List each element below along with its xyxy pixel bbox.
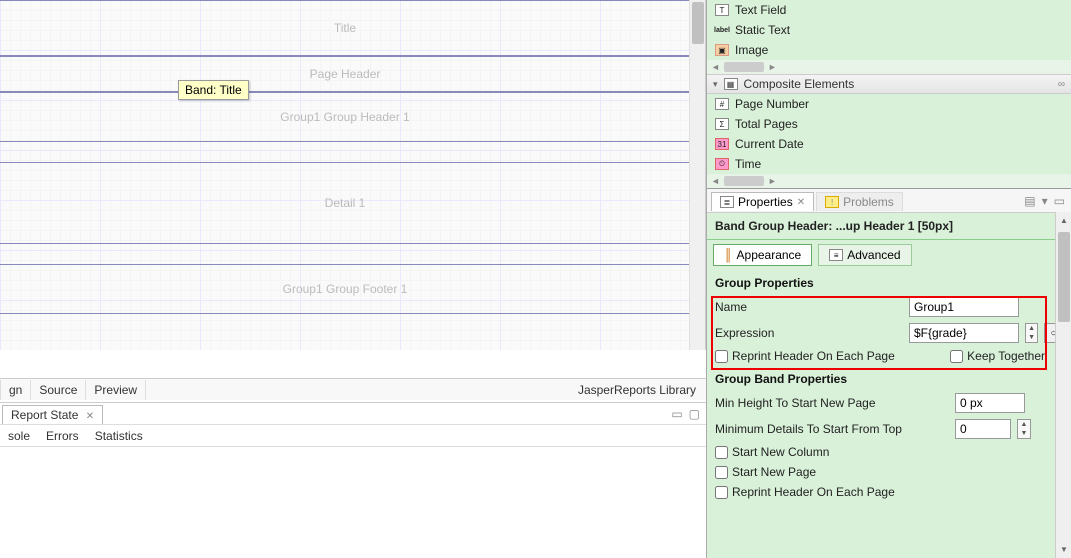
min-icon[interactable]: ▭ [1054,194,1065,208]
statictext-icon: label [715,24,729,36]
toggle-advanced[interactable]: ≡Advanced [818,244,911,266]
pin-icon[interactable]: ∞ [1058,79,1065,90]
input-name[interactable] [909,297,1019,317]
report-state-label: Report State [11,408,78,422]
image-icon: ▣ [715,44,729,56]
tab-preview[interactable]: Preview [86,380,146,400]
appearance-icon: ║ [724,248,733,262]
time-icon: ⏲ [715,158,729,170]
scroll-thumb[interactable] [692,2,704,44]
band-page-header[interactable]: Page Header [0,56,690,92]
band-groupheader-label: Group1 Group Header 1 [280,110,409,124]
properties-vscrollbar[interactable]: ▲ ▼ [1055,212,1071,558]
subtab-errors[interactable]: Errors [38,426,87,446]
band-detail[interactable]: Detail 1 [0,162,690,244]
properties-icon: ≣ [720,196,734,208]
scroll-down-icon[interactable]: ▼ [1060,545,1068,554]
right-panel: TText Field labelStatic Text ▣Image ◄► ▾… [706,0,1071,558]
band-tooltip: Band: Title [178,80,249,100]
chevron-down-icon: ▾ [713,79,718,90]
palette-time[interactable]: ⏲Time [707,154,1071,174]
tab-report-state[interactable]: Report State ✕ [2,405,103,424]
canvas-vscrollbar[interactable]: ▲ [689,0,705,350]
band-detail-label: Detail 1 [325,196,366,210]
subtab-statistics[interactable]: Statistics [87,426,151,446]
checkbox-start-new-page[interactable]: Start New Page [715,465,816,479]
pagenum-icon: # [715,98,729,110]
tab-design[interactable]: gn [0,380,31,400]
label-name: Name [715,300,903,314]
lower-panel: Report State ✕ ▭ ▢ sole Errors Statistic… [0,402,706,558]
textfield-icon: T [715,4,729,16]
tab-properties[interactable]: ≣Properties✕ [711,192,814,211]
tab-problems[interactable]: !Problems [816,192,903,211]
scroll-up-icon[interactable]: ▲ [1060,216,1068,225]
date-icon: 31 [715,138,729,150]
band-title-label: Title [334,21,356,35]
band-groupfooter-label: Group1 Group Footer 1 [283,282,408,296]
tab-source[interactable]: Source [31,380,86,400]
palette-section-composite[interactable]: ▾▦Composite Elements∞ [707,74,1071,94]
label-min-height: Min Height To Start New Page [715,396,949,410]
close-icon[interactable]: ✕ [797,197,805,208]
checkbox-keep-together[interactable]: Keep Together [950,349,1045,363]
canvas-viewport: Title Page Header Group1 Group Header 1 … [0,0,706,350]
expression-spinner[interactable]: ▲▼ [1025,323,1038,343]
subtab-console[interactable]: sole [0,426,38,446]
input-min-details[interactable] [955,419,1011,439]
input-expression[interactable] [909,323,1019,343]
checkbox-start-new-column[interactable]: Start New Column [715,445,829,459]
band-pageheader-label: Page Header [310,67,381,81]
toggle-appearance[interactable]: ║Appearance [713,244,812,266]
properties-header: Band Group Header: ...up Header 1 [50px]… [707,213,1071,240]
minimize-icon[interactable]: ▭ [671,407,682,421]
band-title[interactable]: Title [0,0,690,56]
palette-page-number[interactable]: #Page Number [707,94,1071,114]
editor-area: Title Page Header Group1 Group Header 1 … [0,0,706,558]
dropdown-icon[interactable]: ▾ [1042,194,1048,208]
library-label: JasperReports Library [578,383,706,397]
section-group-band-properties: Group Band Properties [707,366,1071,390]
view-menu-icon[interactable]: ▤ [1024,194,1035,208]
palette: TText Field labelStatic Text ▣Image ◄► ▾… [707,0,1071,188]
band-group-header[interactable]: Group1 Group Header 1 [0,92,690,142]
close-icon[interactable]: ✕ [86,411,94,422]
report-canvas[interactable]: Title Page Header Group1 Group Header 1 … [0,0,690,350]
section-group-properties: Group Properties [707,270,1071,294]
palette-current-date[interactable]: 31Current Date [707,134,1071,154]
maximize-icon[interactable]: ▢ [689,407,700,421]
checkbox-reprint-header[interactable]: Reprint Header On Each Page [715,349,895,363]
mindetails-spinner[interactable]: ▲▼ [1017,419,1031,439]
problems-icon: ! [825,196,839,208]
composite-icon: ▦ [724,78,738,90]
editor-tabrow: gn Source Preview JasperReports Library [0,378,706,400]
totalpages-icon: Σ [715,118,729,130]
label-expression: Expression [715,326,903,340]
properties-body: Group Properties Name Expression ▲▼ ○ Re… [707,270,1071,504]
palette-image[interactable]: ▣Image [707,40,1071,60]
palette-static-text[interactable]: labelStatic Text [707,20,1071,40]
band-group-footer[interactable]: Group1 Group Footer 1 [0,264,690,314]
properties-area: ≣Properties✕ !Problems ▤ ▾ ▭ Band Group He… [707,188,1071,504]
label-min-details: Minimum Details To Start From Top [715,422,949,436]
palette-hscroll[interactable]: ◄► [707,60,1071,74]
palette-hscroll-2[interactable]: ◄► [707,174,1071,188]
scroll-thumb[interactable] [1058,232,1070,322]
palette-text-field[interactable]: TText Field [707,0,1071,20]
palette-total-pages[interactable]: ΣTotal Pages [707,114,1071,134]
input-min-height[interactable] [955,393,1025,413]
checkbox-reprint-header-2[interactable]: Reprint Header On Each Page [715,485,895,499]
advanced-icon: ≡ [829,249,843,261]
